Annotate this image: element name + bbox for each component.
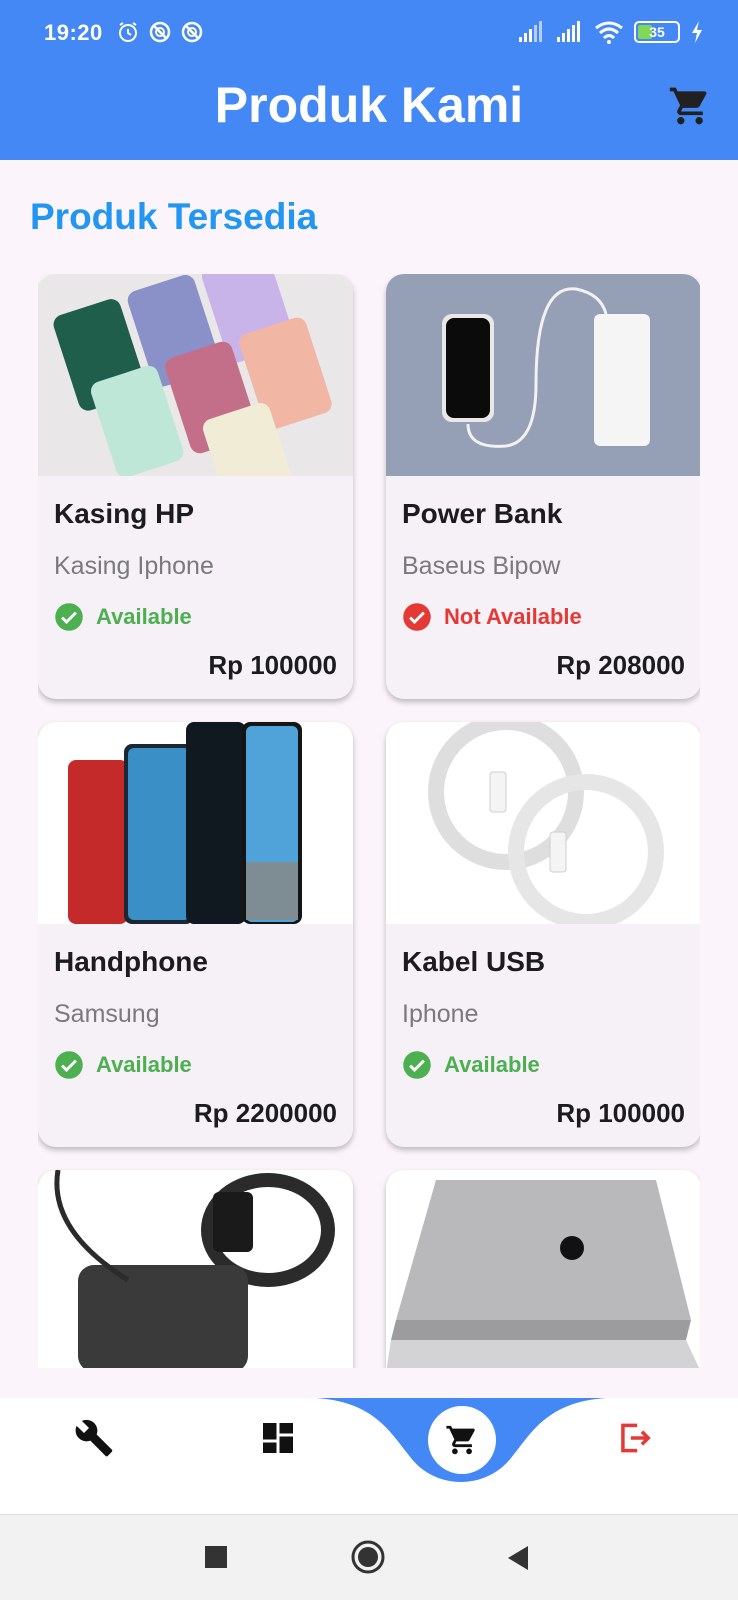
availability-status: Available <box>54 602 192 632</box>
section-title: Produk Tersedia <box>30 196 318 237</box>
wrench-icon <box>75 1419 113 1457</box>
logout-icon <box>621 1423 651 1453</box>
product-name: Handphone <box>54 946 208 977</box>
signal-icon <box>557 21 580 42</box>
availability-label: Available <box>444 1052 540 1077</box>
status-bar: 19:20 35 <box>0 0 738 62</box>
product-image-power-bank <box>386 274 700 476</box>
status-time: 19:20 <box>44 20 103 45</box>
dashboard-icon <box>263 1423 293 1453</box>
battery-icon: 35 <box>634 21 680 43</box>
product-image-laptop <box>386 1170 700 1368</box>
check-circle-icon <box>55 1051 83 1079</box>
alarm-icon <box>119 22 137 42</box>
availability-label: Not Available <box>444 604 582 629</box>
nav-dashboard-button[interactable] <box>256 1416 300 1460</box>
product-card[interactable] <box>386 1170 700 1368</box>
cart-button[interactable] <box>668 84 712 133</box>
check-circle-icon <box>403 1051 431 1079</box>
nav-cart-button[interactable] <box>428 1406 496 1474</box>
cancel-circle-icon <box>403 603 431 631</box>
product-price: Rp 2200000 <box>193 1098 337 1128</box>
nav-logout-button[interactable] <box>612 1416 656 1460</box>
product-card[interactable]: Kabel USB Iphone Available Rp 100000 <box>386 722 700 1147</box>
cart-icon <box>446 1425 475 1455</box>
nav-settings-button[interactable] <box>72 1416 116 1460</box>
product-grid[interactable]: Kasing HP Kasing Iphone Available Rp 100… <box>38 274 700 1368</box>
system-nav-bar <box>0 1514 738 1600</box>
product-image-phone-cases <box>38 274 353 476</box>
product-image-usb-cable <box>386 722 700 924</box>
product-card[interactable]: Kasing HP Kasing Iphone Available Rp 100… <box>38 274 353 699</box>
mute-icon <box>149 21 171 43</box>
availability-label: Available <box>96 604 192 629</box>
product-image-charger <box>38 1170 353 1368</box>
product-subtitle: Samsung <box>54 1000 160 1028</box>
page-title: Produk Kami <box>214 77 524 133</box>
product-card[interactable]: Handphone Samsung Available Rp 2200000 <box>38 722 353 1147</box>
availability-status: Not Available <box>402 602 582 632</box>
product-price: Rp 100000 <box>556 1098 685 1128</box>
circle-icon <box>351 1540 385 1574</box>
cart-icon <box>669 87 707 125</box>
product-price: Rp 100000 <box>208 650 337 680</box>
bottom-nav <box>0 1398 738 1514</box>
square-icon <box>205 1546 227 1568</box>
product-subtitle: Iphone <box>402 1000 479 1028</box>
back-button[interactable] <box>506 1545 530 1576</box>
product-name: Kasing HP <box>54 498 195 529</box>
home-button[interactable] <box>350 1539 386 1580</box>
app-bar: Produk Kami <box>0 62 738 160</box>
product-card[interactable]: Power Bank Baseus Bipow Not Available Rp… <box>386 274 700 699</box>
product-subtitle: Kasing Iphone <box>54 552 214 580</box>
product-card[interactable] <box>38 1170 353 1368</box>
battery-level: 35 <box>649 24 665 40</box>
charging-icon <box>692 21 702 43</box>
product-name: Kabel USB <box>402 946 546 977</box>
product-price: Rp 208000 <box>556 650 685 680</box>
check-circle-icon <box>55 603 83 631</box>
back-icon <box>508 1546 528 1570</box>
availability-status: Available <box>54 1050 192 1080</box>
mute-icon <box>181 21 203 43</box>
product-name: Power Bank <box>402 498 563 529</box>
wifi-icon <box>595 21 623 44</box>
recent-apps-button[interactable] <box>204 1545 228 1574</box>
product-image-smartphones <box>38 722 353 924</box>
product-subtitle: Baseus Bipow <box>402 552 561 580</box>
availability-label: Available <box>96 1052 192 1077</box>
availability-status: Available <box>402 1050 540 1080</box>
signal-icon <box>519 21 542 42</box>
